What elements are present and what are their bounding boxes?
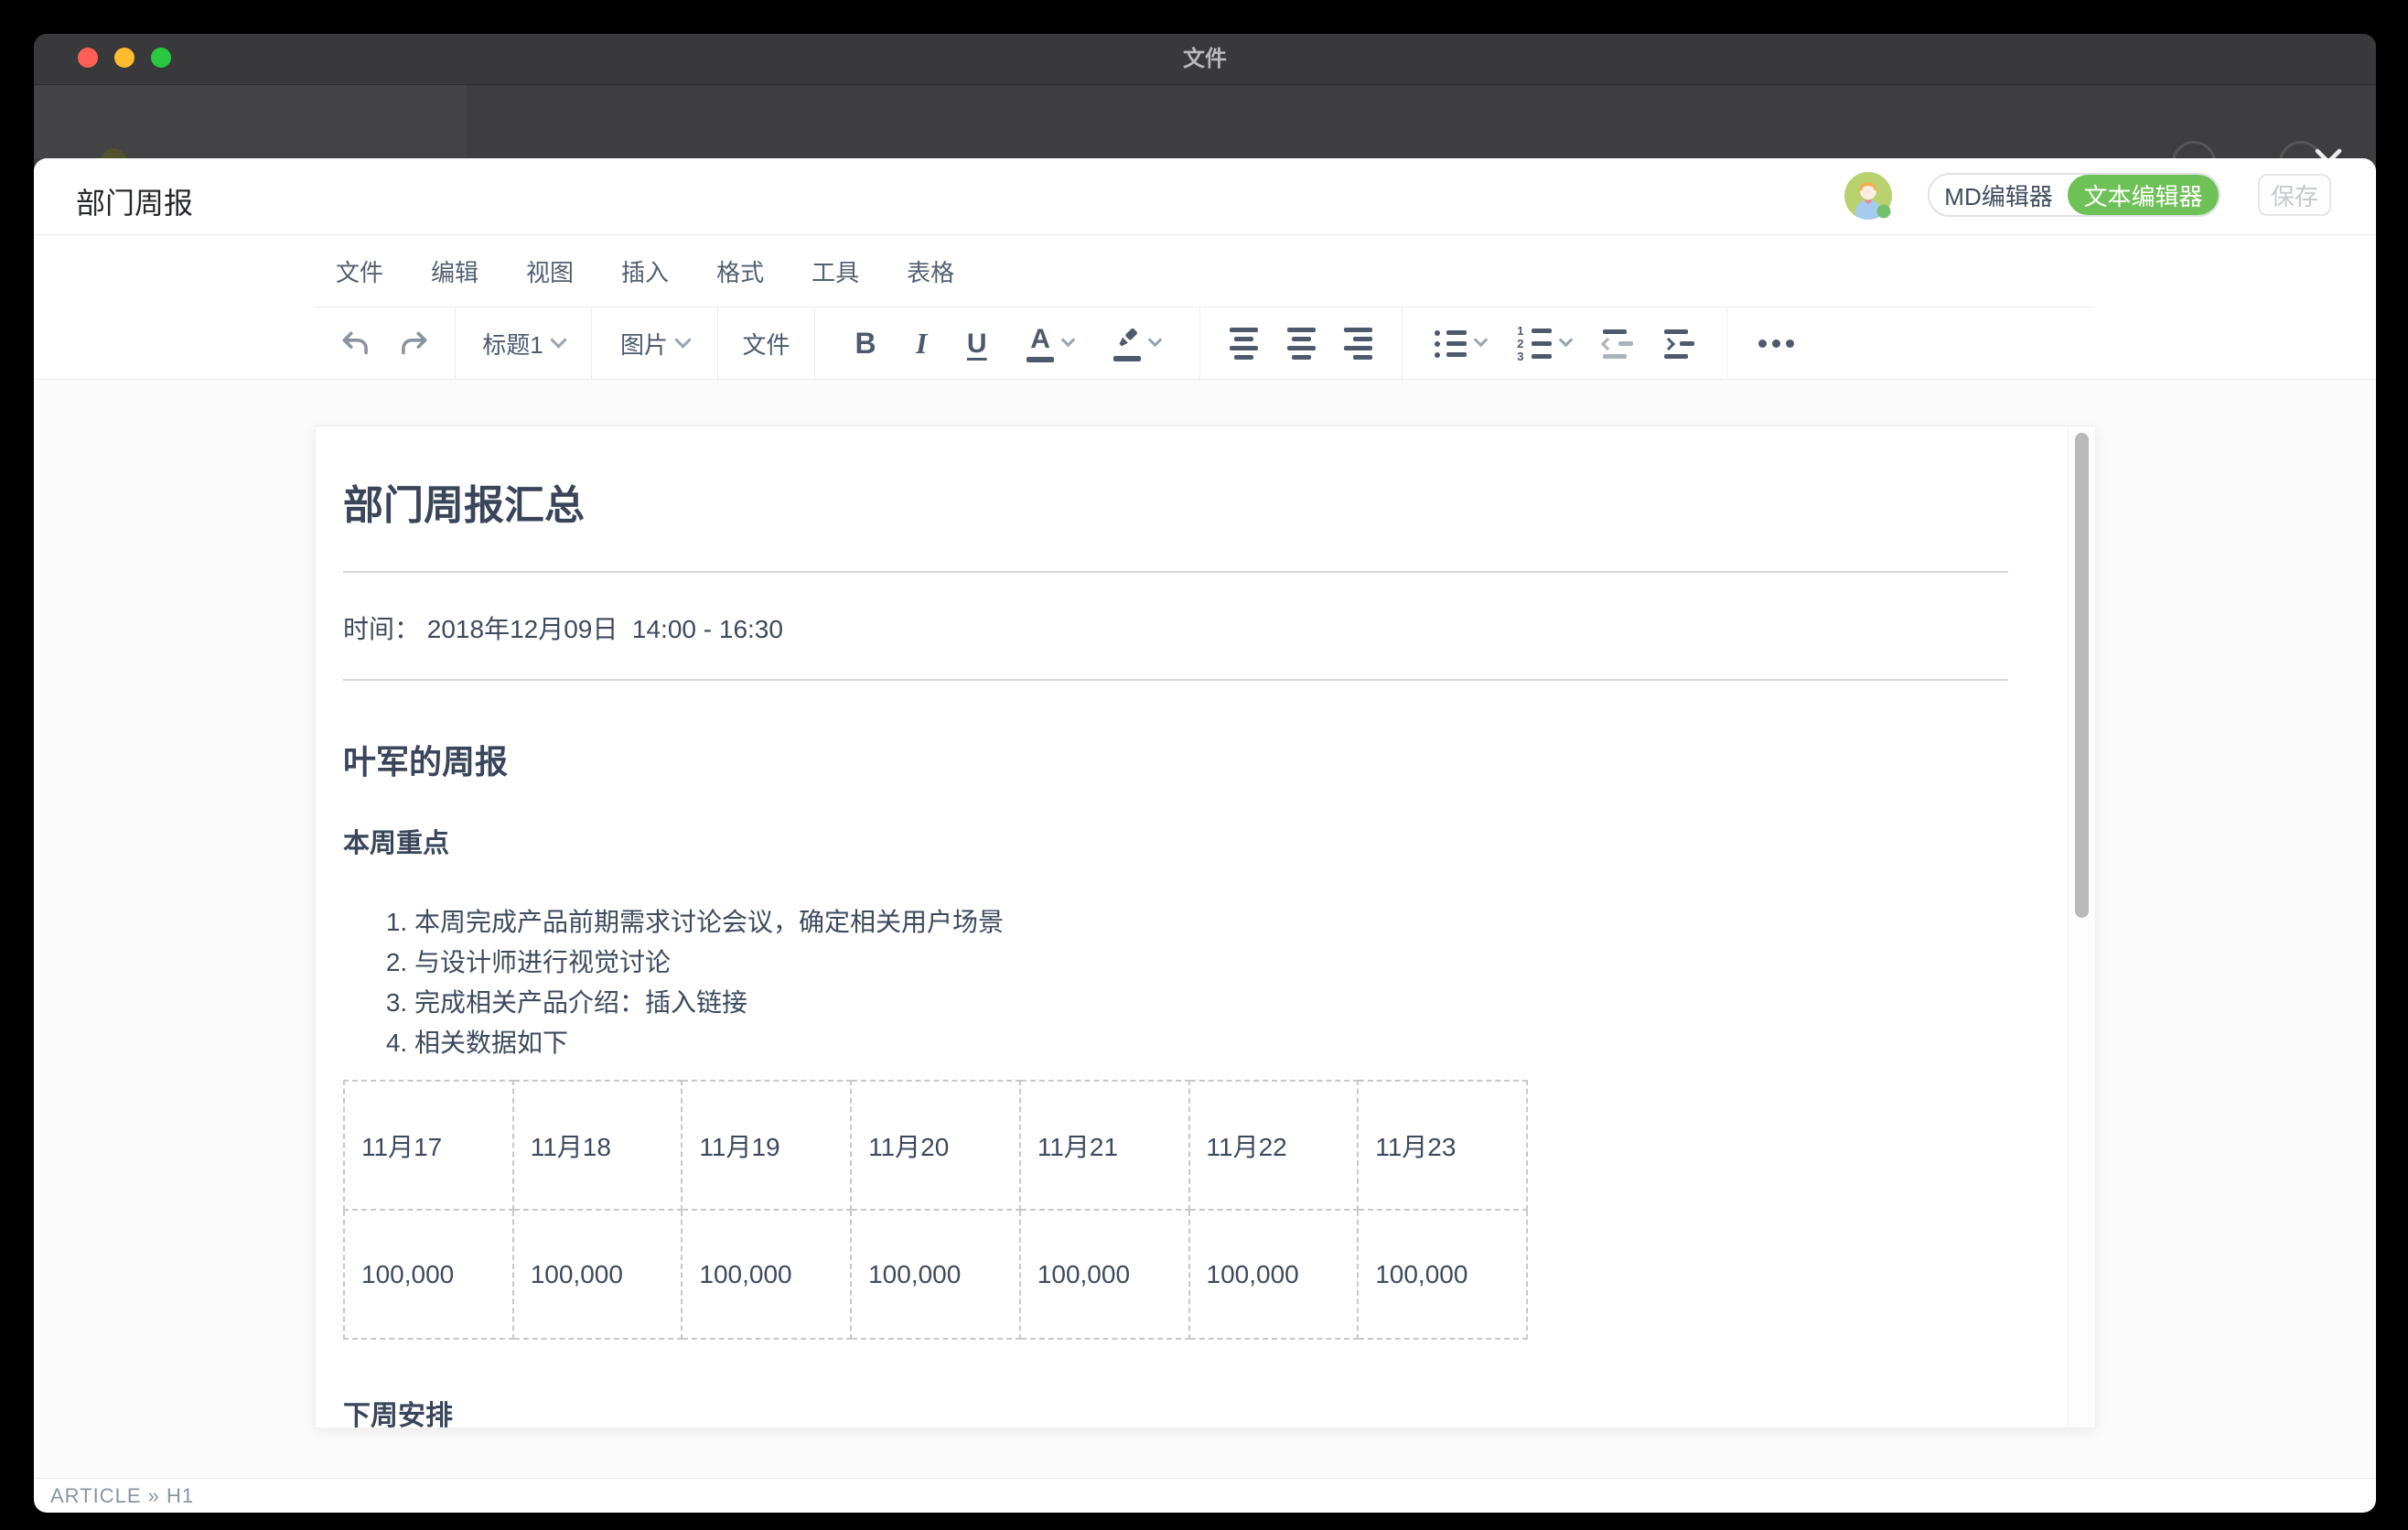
numbered-list-icon: 1 2 3 — [1517, 328, 1552, 361]
editor-mode-toggle: MD编辑器 文本编辑器 — [1928, 173, 2220, 217]
doc-divider — [343, 571, 2008, 573]
table-cell[interactable]: 11月21 — [1020, 1081, 1189, 1210]
table-cell[interactable]: 11月20 — [851, 1081, 1020, 1210]
app-window: 文件 部门周报 — [34, 34, 2376, 1513]
highlighter-icon — [1113, 327, 1141, 361]
doc-heading-1[interactable]: 部门周报汇总 — [343, 472, 2008, 531]
heading-dropdown[interactable]: 标题1 — [482, 327, 564, 361]
titlebar: 文件 — [34, 34, 2376, 85]
chevron-down-icon — [1147, 333, 1162, 348]
editor-content-area: 部门周报汇总 时间： 2018年12月09日 14:00 - 16:30 叶军的… — [34, 380, 2376, 1478]
toolbar: 标题1 图片 文件 B I — [315, 307, 2094, 380]
table-row: 11月17 11月18 11月19 11月20 11月21 11月22 11月2… — [344, 1081, 1527, 1210]
menu-tools[interactable]: 工具 — [804, 249, 866, 294]
list-item[interactable]: 与设计师进行视觉讨论 — [414, 943, 2008, 983]
chevron-down-icon — [1061, 333, 1076, 348]
table-cell[interactable]: 11月22 — [1189, 1081, 1359, 1210]
table-cell[interactable]: 100,000 — [1358, 1210, 1527, 1339]
table-row: 100,000 100,000 100,000 100,000 100,000 … — [344, 1210, 1527, 1339]
toolbar-group-more — [1727, 307, 2094, 380]
align-center-icon[interactable] — [1287, 328, 1316, 360]
table-cell[interactable]: 100,000 — [851, 1210, 1020, 1339]
table-cell[interactable]: 11月17 — [344, 1081, 513, 1210]
md-editor-toggle[interactable]: MD编辑器 — [1930, 175, 2068, 215]
toolbar-group-align — [1200, 307, 1403, 380]
avatar[interactable] — [1844, 172, 1892, 220]
chevron-down-icon — [1559, 333, 1574, 348]
editor-modal: 部门周报 MD编辑器 文本编辑器 保存 — [34, 158, 2376, 1513]
scrollbar-track[interactable] — [2068, 426, 2095, 1428]
doc-ordered-list: 本周完成产品前期需求讨论会议，确定相关用户场景 与设计师进行视觉讨论 完成相关产… — [343, 902, 2008, 1063]
table-cell[interactable]: 11月18 — [513, 1081, 683, 1210]
bullet-list-icon — [1435, 330, 1467, 358]
close-icon[interactable] — [2308, 142, 2349, 158]
dimmed-circle-button — [2172, 141, 2216, 158]
list-item[interactable]: 完成相关产品介绍：插入链接 — [414, 983, 2008, 1023]
toolbar-group-lists: 1 2 3 — [1403, 307, 1727, 380]
bold-button[interactable]: B — [855, 327, 876, 361]
element-path-breadcrumb: ARTICLE » H1 — [50, 1484, 194, 1508]
toolbar-group-image: 图片 — [592, 307, 718, 380]
doc-section-title[interactable]: 叶军的周报 — [343, 736, 2008, 783]
menu-bar: 文件 编辑 视图 插入 格式 工具 表格 — [34, 235, 2376, 307]
menu-edit[interactable]: 编辑 — [424, 249, 486, 294]
toolbar-group-file: 文件 — [718, 307, 815, 380]
save-button[interactable]: 保存 — [2258, 174, 2331, 216]
dimmed-sidebar — [34, 85, 467, 158]
status-bar: ARTICLE » H1 — [34, 1478, 2376, 1513]
table-cell[interactable]: 100,000 — [513, 1210, 683, 1339]
image-dropdown[interactable]: 图片 — [620, 327, 689, 361]
underline-button[interactable]: U — [967, 329, 987, 360]
font-color-dropdown[interactable]: A — [1027, 326, 1073, 362]
table-cell[interactable]: 100,000 — [344, 1210, 513, 1339]
doc-time-line[interactable]: 时间： 2018年12月09日 14:00 - 16:30 — [343, 609, 2008, 646]
redo-button[interactable] — [396, 327, 431, 361]
toolbar-group-text-style: B I U A — [815, 307, 1200, 380]
menu-format[interactable]: 格式 — [709, 249, 771, 294]
highlight-color-dropdown[interactable] — [1113, 327, 1160, 361]
more-options-icon[interactable] — [1758, 339, 1794, 348]
doc-subsection-title[interactable]: 本周重点 — [343, 822, 2008, 860]
numbered-list-dropdown[interactable]: 1 2 3 — [1517, 328, 1571, 361]
document-title: 部门周报 — [76, 180, 193, 222]
scrollbar-thumb[interactable] — [2075, 433, 2089, 918]
toolbar-group-history — [315, 307, 456, 380]
window-title: 文件 — [34, 34, 2376, 85]
chevron-down-icon — [674, 331, 691, 348]
chevron-down-icon — [1473, 333, 1488, 348]
document-body: 部门周报汇总 时间： 2018年12月09日 14:00 - 16:30 叶军的… — [316, 472, 2095, 1428]
font-color-icon: A — [1027, 326, 1054, 362]
indent-icon[interactable] — [1664, 329, 1694, 359]
doc-data-table: 11月17 11月18 11月19 11月20 11月21 11月22 11月2… — [343, 1080, 1528, 1340]
align-left-icon[interactable] — [1230, 328, 1258, 360]
table-cell[interactable]: 100,000 — [682, 1210, 851, 1339]
menu-view[interactable]: 视图 — [519, 249, 581, 294]
chevron-down-icon — [550, 331, 566, 348]
doc-next-section-title[interactable]: 下周安排 — [343, 1393, 2008, 1428]
menu-insert[interactable]: 插入 — [614, 249, 676, 294]
undo-button[interactable] — [339, 327, 373, 361]
toolbar-row: 标题1 图片 文件 B I — [34, 307, 2376, 380]
modal-header: 部门周报 MD编辑器 文本编辑器 保存 — [34, 158, 2376, 235]
bullet-list-dropdown[interactable] — [1435, 330, 1486, 358]
outdent-icon[interactable] — [1603, 329, 1633, 359]
italic-button[interactable]: I — [916, 327, 927, 361]
align-right-icon[interactable] — [1344, 328, 1372, 360]
menu-table[interactable]: 表格 — [899, 249, 962, 294]
table-cell[interactable]: 11月19 — [682, 1081, 851, 1210]
table-cell[interactable]: 11月23 — [1358, 1081, 1527, 1210]
file-attach-button[interactable]: 文件 — [742, 327, 790, 361]
table-cell[interactable]: 100,000 — [1020, 1210, 1189, 1339]
text-editor-toggle[interactable]: 文本编辑器 — [2068, 175, 2219, 215]
toolbar-group-heading: 标题1 — [456, 307, 592, 380]
menu-file[interactable]: 文件 — [328, 249, 391, 294]
list-item[interactable]: 相关数据如下 — [414, 1023, 2008, 1063]
document-page[interactable]: 部门周报汇总 时间： 2018年12月09日 14:00 - 16:30 叶军的… — [315, 426, 2096, 1428]
dimmed-backdrop — [34, 85, 2376, 158]
list-item[interactable]: 本周完成产品前期需求讨论会议，确定相关用户场景 — [414, 902, 2008, 943]
doc-divider — [343, 679, 2008, 681]
table-cell[interactable]: 100,000 — [1189, 1210, 1359, 1339]
